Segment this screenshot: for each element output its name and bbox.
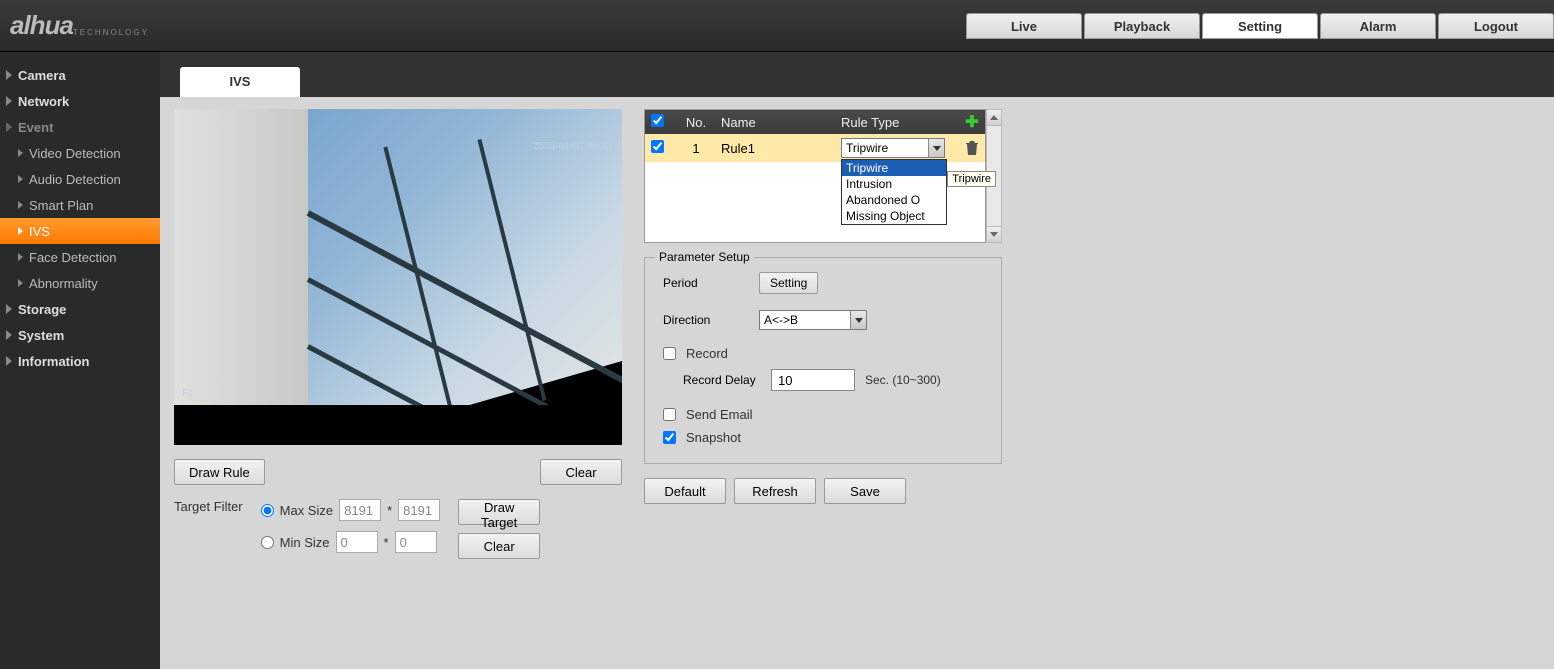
rule-row-checkbox[interactable] — [651, 140, 664, 153]
brand-logo: alhua TECHNOLOGY — [10, 10, 149, 41]
record-delay-label: Record Delay — [683, 373, 761, 387]
caret-icon — [18, 279, 23, 287]
rules-panel: No. Name Rule Type ✚ 1 Rule1 Tripwire — [644, 109, 1002, 243]
caret-icon — [18, 253, 23, 261]
rule-row[interactable]: 1 Rule1 Tripwire Tripwire Intrusion Ab — [645, 134, 985, 162]
period-label: Period — [663, 276, 749, 290]
rules-select-all[interactable] — [651, 114, 664, 127]
rule-type-select[interactable]: Tripwire Tripwire Intrusion Abandoned O … — [841, 138, 945, 158]
dropdown-icon[interactable] — [850, 311, 866, 329]
min-height-input[interactable] — [395, 531, 437, 553]
draw-rule-button[interactable]: Draw Rule — [174, 459, 265, 485]
nav-logout[interactable]: Logout — [1438, 13, 1554, 39]
record-delay-hint: Sec. (10~300) — [865, 373, 941, 387]
dd-missing[interactable]: Missing Object — [842, 208, 946, 224]
rules-header: No. Name Rule Type ✚ — [645, 110, 985, 134]
period-setting-button[interactable]: Setting — [759, 272, 818, 294]
clear-rule-button[interactable]: Clear — [540, 459, 622, 485]
sidebar-smart-plan[interactable]: Smart Plan — [0, 192, 160, 218]
caret-icon — [6, 70, 12, 80]
record-delay-input[interactable] — [771, 369, 855, 391]
caret-icon — [18, 227, 23, 235]
rule-row-no: 1 — [681, 141, 711, 156]
parameter-legend: Parameter Setup — [655, 250, 754, 264]
sidebar-abnormality[interactable]: Abnormality — [0, 270, 160, 296]
brand-sub: TECHNOLOGY — [73, 28, 149, 37]
dropdown-icon[interactable] — [928, 139, 944, 157]
sidebar-audio-detection[interactable]: Audio Detection — [0, 166, 160, 192]
sidebar-ivs[interactable]: IVS — [0, 218, 160, 244]
add-rule-icon[interactable]: ✚ — [965, 115, 979, 129]
draw-target-button[interactable]: Draw Target — [458, 499, 540, 525]
save-button[interactable]: Save — [824, 478, 906, 504]
sidebar: Camera Network Event Video Detection Aud… — [0, 52, 160, 669]
top-bar: alhua TECHNOLOGY Live Playback Setting A… — [0, 0, 1554, 52]
target-filter-label: Target Filter — [174, 499, 243, 514]
sidebar-video-detection[interactable]: Video Detection — [0, 140, 160, 166]
max-size-radio[interactable] — [261, 504, 274, 517]
rules-col-no: No. — [681, 115, 711, 130]
sidebar-camera[interactable]: Camera — [0, 62, 160, 88]
max-size-label: Max Size — [280, 503, 333, 518]
caret-icon — [6, 304, 12, 314]
tab-strip: IVS — [160, 52, 1554, 97]
caret-icon — [6, 330, 12, 340]
rule-type-dropdown: Tripwire Intrusion Abandoned O Missing O… — [841, 159, 947, 225]
dd-abandoned[interactable]: Abandoned O — [842, 192, 946, 208]
max-height-input[interactable] — [398, 499, 440, 521]
sidebar-face-detection[interactable]: Face Detection — [0, 244, 160, 270]
scroll-up-icon[interactable] — [987, 110, 1001, 126]
parameter-setup-fieldset: Parameter Setup Period Setting Direction… — [644, 257, 1002, 464]
rule-row-name: Rule1 — [721, 141, 831, 156]
default-button[interactable]: Default — [644, 478, 726, 504]
caret-icon — [6, 356, 12, 366]
min-size-radio[interactable] — [261, 536, 274, 549]
rules-col-name: Name — [721, 115, 831, 130]
clear-target-button[interactable]: Clear — [458, 533, 540, 559]
record-label: Record — [686, 346, 728, 361]
delete-rule-icon[interactable] — [965, 140, 979, 156]
rules-col-type: Rule Type — [841, 115, 955, 130]
dd-intrusion[interactable]: Intrusion — [842, 176, 946, 192]
caret-icon — [18, 201, 23, 209]
refresh-button[interactable]: Refresh — [734, 478, 816, 504]
video-timestamp: 2555-01-01 08:53 — [533, 141, 612, 152]
caret-icon — [6, 96, 12, 106]
sidebar-storage[interactable]: Storage — [0, 296, 160, 322]
sidebar-event[interactable]: Event — [0, 114, 160, 140]
nav-setting[interactable]: Setting — [1202, 13, 1318, 39]
nav-playback[interactable]: Playback — [1084, 13, 1200, 39]
sidebar-network[interactable]: Network — [0, 88, 160, 114]
tab-ivs[interactable]: IVS — [180, 67, 300, 97]
send-email-label: Send Email — [686, 407, 752, 422]
scroll-down-icon[interactable] — [987, 226, 1001, 242]
record-checkbox[interactable] — [663, 347, 676, 360]
dd-tripwire[interactable]: Tripwire — [842, 160, 946, 176]
snapshot-label: Snapshot — [686, 430, 741, 445]
caret-icon — [18, 149, 23, 157]
sidebar-system[interactable]: System — [0, 322, 160, 348]
nav-live[interactable]: Live — [966, 13, 1082, 39]
caret-icon — [18, 175, 23, 183]
sidebar-information[interactable]: Information — [0, 348, 160, 374]
rule-type-tooltip: Tripwire — [947, 171, 996, 187]
direction-label: Direction — [663, 313, 749, 327]
brand-name: alhua — [10, 10, 73, 41]
video-label: Fc — [182, 388, 193, 399]
caret-icon — [6, 122, 12, 132]
min-width-input[interactable] — [336, 531, 378, 553]
min-size-label: Min Size — [280, 535, 330, 550]
snapshot-checkbox[interactable] — [663, 431, 676, 444]
max-width-input[interactable] — [339, 499, 381, 521]
video-preview[interactable]: 2555-01-01 08:53 Fc — [174, 109, 622, 445]
nav-alarm[interactable]: Alarm — [1320, 13, 1436, 39]
send-email-checkbox[interactable] — [663, 408, 676, 421]
direction-select[interactable]: A<->B — [759, 310, 867, 330]
top-nav: Live Playback Setting Alarm Logout — [966, 13, 1554, 39]
